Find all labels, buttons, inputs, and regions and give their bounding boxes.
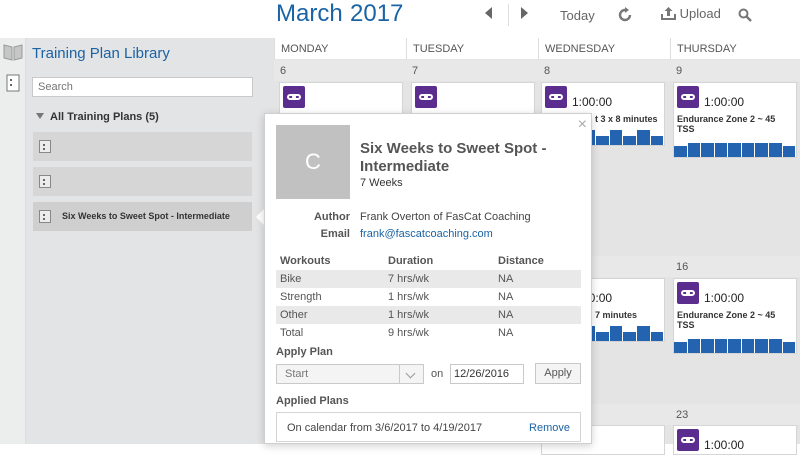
close-icon[interactable]: × — [578, 116, 587, 134]
select-value: Start — [285, 368, 309, 380]
plan-title: Six Weeks to Sweet Spot - Intermediate — [360, 140, 547, 175]
workout-card[interactable]: 1:00:00 — [673, 425, 797, 455]
calendar-header: March 2017 Today Upload — [0, 0, 800, 38]
table-row: Strength 1 hrs/wk NA — [276, 288, 581, 306]
collapse-triangle-icon — [36, 113, 44, 119]
table-cell: NA — [498, 291, 514, 303]
month-title: March — [276, 0, 343, 27]
library-book-icon[interactable] — [3, 43, 23, 63]
table-header: Distance — [498, 255, 544, 267]
table-header: Workouts — [280, 255, 331, 267]
bike-workout-icon — [677, 282, 699, 304]
day-number: 6 — [280, 65, 287, 77]
remove-link[interactable]: Remove — [529, 422, 570, 434]
applied-plan-entry: On calendar from 3/6/2017 to 4/19/2017 R… — [276, 412, 581, 442]
plan-item[interactable] — [33, 132, 252, 161]
plan-details-popup: × C Six Weeks to Sweet Spot - Intermedia… — [264, 113, 592, 444]
plan-label: Six Weeks to Sweet Spot - Intermediate — [62, 211, 230, 221]
table-cell: 1 hrs/wk — [388, 291, 429, 303]
workout-profile-chart — [674, 143, 796, 157]
training-plan-library: Training Plan Library All Training Plans… — [26, 38, 274, 444]
table-cell: Bike — [276, 270, 384, 288]
search-input[interactable] — [32, 77, 253, 97]
day-header-thursday: THURSDAY — [670, 38, 800, 59]
table-cell: NA — [494, 270, 581, 288]
table-cell: 9 hrs/wk — [388, 327, 429, 339]
chevron-left-icon[interactable] — [484, 7, 494, 22]
workout-duration: 1:00:00 — [704, 95, 745, 109]
library-title: Training Plan Library — [32, 45, 170, 62]
table-row: Total 9 hrs/wk NA — [276, 324, 581, 342]
group-label: All Training Plans (5) — [50, 111, 159, 123]
workouts-table: Workouts Duration Distance Bike 7 hrs/wk… — [276, 252, 581, 342]
workout-duration: 1:00:00 — [572, 95, 613, 109]
table-cell: 1 hrs/wk — [384, 306, 494, 324]
week-row — [274, 60, 800, 81]
bike-workout-icon — [415, 86, 437, 108]
table-cell: 7 hrs/wk — [384, 270, 494, 288]
refresh-icon[interactable] — [617, 7, 633, 26]
bike-workout-icon — [677, 86, 699, 108]
workout-duration: 1:00:00 — [704, 438, 745, 452]
upload-icon — [661, 6, 676, 23]
plan-item[interactable] — [33, 167, 252, 196]
upload-label: Upload — [679, 6, 721, 21]
apply-mode-select[interactable]: Start — [276, 364, 424, 384]
divider — [508, 4, 509, 26]
plan-item-selected[interactable]: Six Weeks to Sweet Spot - Intermediate — [33, 202, 252, 231]
apply-plan-label: Apply Plan — [276, 346, 333, 358]
workout-name: Endurance Zone 2 ~ 45 TSS — [677, 114, 776, 134]
upload-button[interactable]: Upload — [661, 6, 721, 23]
on-label: on — [431, 368, 444, 380]
table-cell: NA — [494, 306, 581, 324]
workout-card[interactable]: 1:00:00 Endurance Zone 2 ~ 45 TSS — [673, 278, 797, 354]
table-cell: Total — [280, 327, 304, 339]
author-value: Frank Overton of FasCat Coaching — [360, 211, 531, 223]
day-number: 16 — [676, 261, 689, 273]
search-icon[interactable] — [738, 8, 752, 25]
email-link[interactable]: frank@fascatcoaching.com — [360, 228, 493, 240]
all-plans-group[interactable]: All Training Plans (5) — [36, 111, 159, 123]
day-header-monday: MONDAY — [274, 38, 406, 59]
training-plan-icon[interactable] — [3, 73, 23, 93]
author-label: Author — [313, 211, 350, 223]
apply-button[interactable]: Apply — [535, 363, 581, 384]
day-number: 8 — [544, 65, 551, 77]
chevron-right-icon[interactable] — [519, 7, 529, 22]
plan-avatar: C — [276, 125, 350, 199]
table-cell: Strength — [280, 291, 322, 303]
chevron-down-icon — [399, 365, 423, 383]
plan-icon — [39, 175, 51, 188]
day-number: 23 — [676, 409, 689, 421]
workout-name: Endurance Zone 2 ~ 45 TSS — [677, 310, 776, 330]
day-header-wednesday: WEDNESDAY — [538, 38, 670, 59]
year-title: 2017 — [350, 0, 404, 27]
workout-profile-chart — [674, 339, 796, 353]
email-label: Email — [320, 228, 350, 240]
day-header-tuesday: TUESDAY — [406, 38, 538, 59]
table-cell: NA — [498, 327, 514, 339]
table-row: Other 1 hrs/wk NA — [276, 306, 581, 324]
table-row: Bike 7 hrs/wk NA — [276, 270, 581, 288]
day-number: 9 — [676, 65, 683, 77]
workout-card[interactable]: 1:00:00 Endurance Zone 2 ~ 45 TSS — [673, 82, 797, 158]
day-number: 7 — [412, 65, 419, 77]
plan-icon — [39, 210, 51, 223]
applied-plans-label: Applied Plans — [276, 395, 349, 407]
left-rail — [0, 38, 26, 444]
start-date-field[interactable] — [450, 364, 524, 384]
applied-plan-dates: On calendar from 3/6/2017 to 4/19/2017 — [287, 422, 483, 434]
bike-workout-icon — [677, 429, 699, 451]
plan-duration: 7 Weeks — [360, 177, 403, 189]
table-cell: Other — [276, 306, 384, 324]
table-header: Duration — [388, 255, 434, 267]
today-button[interactable]: Today — [560, 8, 595, 23]
plan-icon — [39, 140, 51, 153]
bike-workout-icon — [545, 86, 567, 108]
bike-workout-icon — [283, 86, 305, 108]
workout-duration: 1:00:00 — [704, 291, 745, 305]
